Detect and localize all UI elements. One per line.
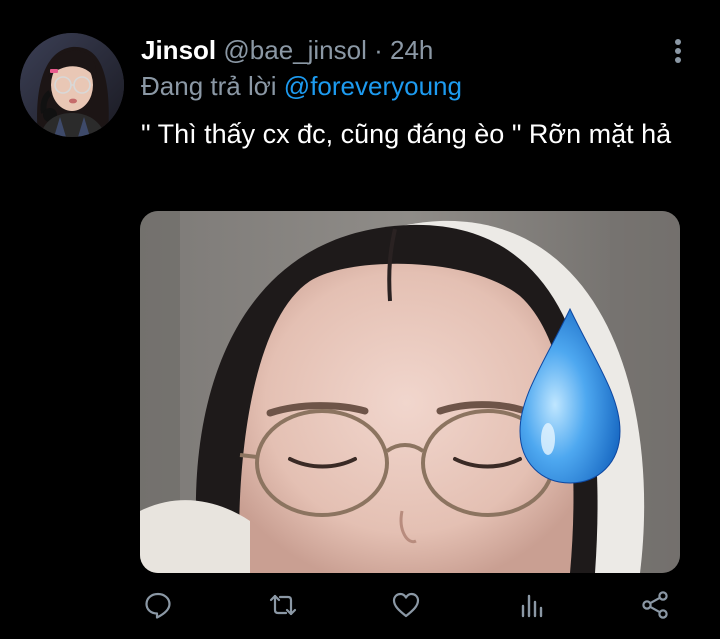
replying-to-label: Đang trả lời (141, 71, 277, 101)
reply-icon (145, 592, 171, 619)
user-handle[interactable]: @bae_jinsol (223, 35, 366, 65)
retweet-icon (269, 594, 297, 616)
more-vertical-icon (675, 39, 681, 63)
tweet-header: Jinsol @bae_jinsol · 24h (141, 34, 433, 66)
tweet[interactable]: Jinsol @bae_jinsol · 24h Đang trả lời @f… (0, 0, 720, 639)
timestamp[interactable]: 24h (390, 35, 433, 65)
avatar-image (20, 33, 124, 137)
retweet-button[interactable] (263, 585, 303, 625)
share-button[interactable] (635, 585, 675, 625)
more-options-button[interactable] (664, 36, 692, 66)
tweet-action-bar (0, 585, 720, 625)
display-name[interactable]: Jinsol (141, 35, 216, 65)
like-button[interactable] (386, 585, 426, 625)
avatar[interactable] (20, 33, 124, 137)
analytics-button[interactable] (512, 585, 552, 625)
heart-icon (392, 592, 420, 618)
tweet-text: " Thì thấy cx đc, cũng đáng èo " Rỡn mặt… (141, 119, 672, 149)
separator-dot: · (374, 35, 383, 65)
analytics-icon (521, 594, 543, 618)
share-icon (642, 591, 668, 619)
replying-to: Đang trả lời @foreveryoung (141, 70, 462, 102)
tweet-media-image[interactable] (140, 211, 680, 573)
photo (140, 211, 680, 573)
reply-button[interactable] (138, 585, 178, 625)
reply-mention-link[interactable]: @foreveryoung (284, 71, 462, 101)
